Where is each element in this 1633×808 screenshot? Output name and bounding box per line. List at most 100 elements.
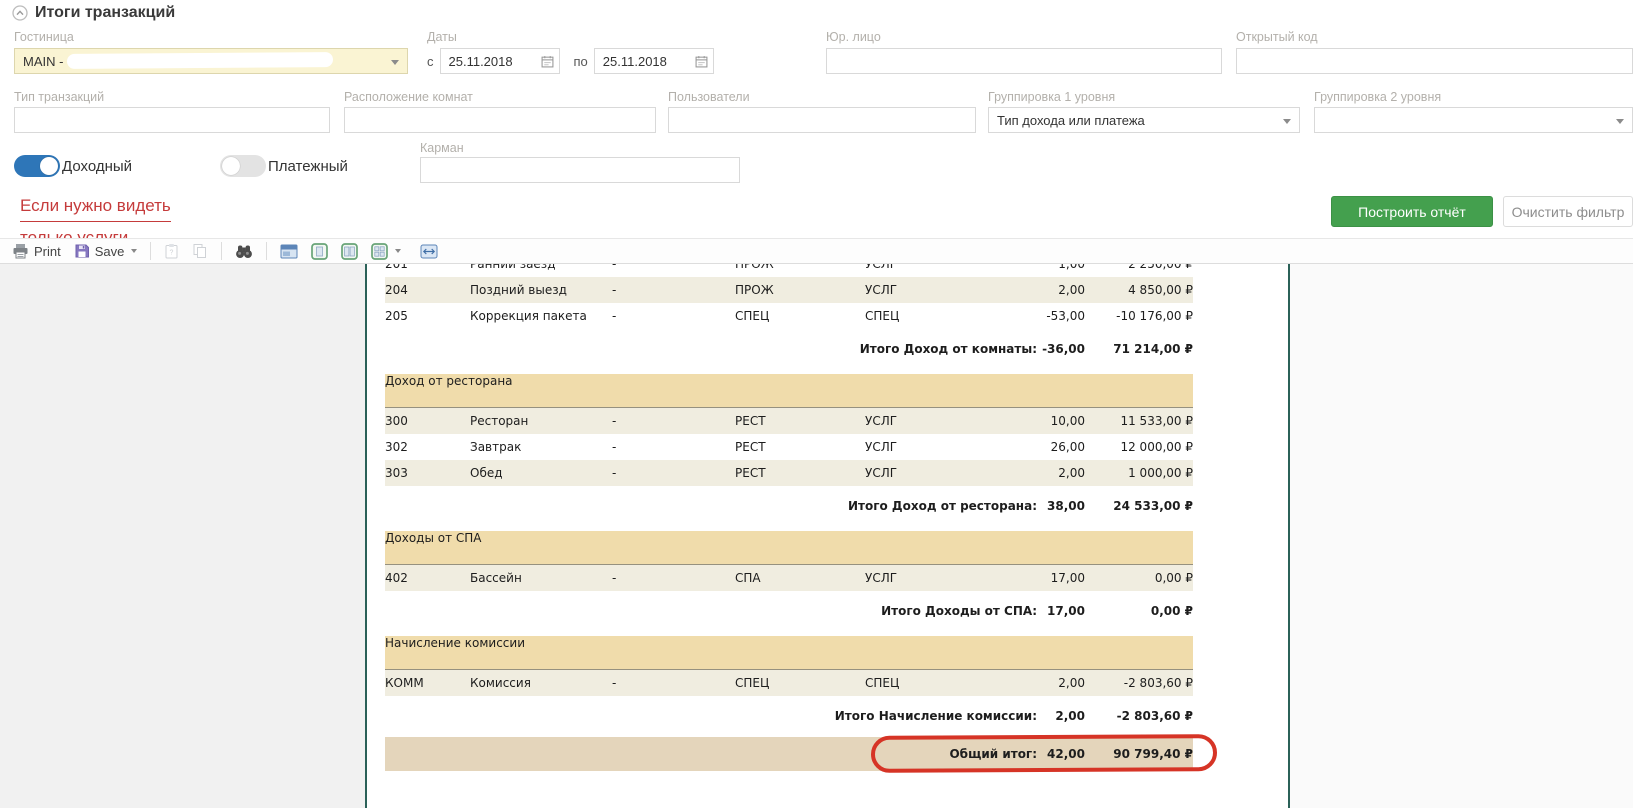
toolbar-separator <box>266 242 267 260</box>
grouping1-label: Группировка 1 уровня <box>988 90 1115 104</box>
total-label: Итого Доход от комнаты: <box>385 334 1037 362</box>
paste-button-disabled[interactable]: ? <box>160 241 183 261</box>
calendar-icon <box>695 55 708 68</box>
table-cell: 2,00 <box>975 670 1085 696</box>
table-cell: - <box>612 460 735 486</box>
date-to-input[interactable]: 25.11.2018 <box>594 48 714 74</box>
table-cell: 2,00 <box>975 277 1085 303</box>
hotel-select[interactable]: MAIN - <box>14 48 408 74</box>
table-cell: УСЛГ <box>865 565 975 591</box>
section-header-label: Доход от ресторана <box>385 374 1193 388</box>
legal-entity-label: Юр. лицо <box>826 30 881 44</box>
open-code-input[interactable] <box>1236 48 1633 74</box>
table-cell: 300 <box>385 408 470 434</box>
table-cell: - <box>612 303 735 329</box>
grouping1-select[interactable]: Тип дохода или платежа <box>988 107 1300 133</box>
table-cell: - <box>612 277 735 303</box>
save-button[interactable]: Save <box>70 241 142 261</box>
grouping2-label: Группировка 2 уровня <box>1314 90 1441 104</box>
screen-view-icon <box>280 244 298 259</box>
total-amount: 90 799,40 ₽ <box>1085 737 1193 771</box>
chevron-down-icon <box>391 60 399 65</box>
table-cell: РЕСТ <box>735 408 865 434</box>
fit-width-button[interactable] <box>416 242 442 261</box>
table-cell: 303 <box>385 460 470 486</box>
table-cell: РЕСТ <box>735 460 865 486</box>
app-window: Итоги транзакций Гостиница MAIN - Даты с… <box>0 0 1633 808</box>
table-row: 204Поздний выезд-ПРОЖУСЛГ2,004 850,00 ₽ <box>385 277 1193 303</box>
room-location-input[interactable] <box>344 107 656 133</box>
total-count: 38,00 <box>1037 491 1085 519</box>
transaction-type-input[interactable] <box>14 107 330 133</box>
table-cell: 2 250,00 ₽ <box>1085 264 1193 277</box>
table-cell: Бассейн <box>470 565 612 591</box>
table-cell: УСЛГ <box>865 264 975 277</box>
fit-width-icon <box>420 244 438 259</box>
table-cell: Комиссия <box>470 670 612 696</box>
two-page-icon <box>341 243 358 260</box>
table-cell: 201 <box>385 264 470 277</box>
build-report-button[interactable]: Построить отчёт <box>1331 196 1493 227</box>
total-label: Общий итог: <box>385 737 1037 771</box>
payment-toggle[interactable] <box>220 155 266 177</box>
toggle-knob <box>40 157 58 175</box>
print-icon <box>12 243 29 259</box>
date-range: с 25.11.2018 по 25.11.2018 <box>427 48 714 74</box>
table-row: 302Завтрак-РЕСТУСЛГ26,0012 000,00 ₽ <box>385 434 1193 460</box>
single-page-view-button[interactable] <box>307 241 332 262</box>
table-cell: 205 <box>385 303 470 329</box>
section-header: Доход от ресторана <box>385 374 1193 408</box>
date-from-input[interactable]: 25.11.2018 <box>440 48 560 74</box>
table-cell: Ресторан <box>470 408 612 434</box>
clipboard-icon: ? <box>164 243 179 259</box>
table-row: 303Обед-РЕСТУСЛГ2,001 000,00 ₽ <box>385 460 1193 486</box>
viewer-margin-left <box>0 264 365 808</box>
report-viewer: 201Ранний заезд-ПРОЖУСЛГ1,002 250,00 ₽20… <box>0 264 1633 808</box>
table-cell: 402 <box>385 565 470 591</box>
clear-filter-button[interactable]: Очистить фильтр <box>1503 196 1633 227</box>
pocket-input[interactable] <box>420 157 740 183</box>
single-page-icon <box>311 243 328 260</box>
table-cell: 0,00 ₽ <box>1085 565 1193 591</box>
table-cell: -53,00 <box>975 303 1085 329</box>
table-cell: -2 803,60 ₽ <box>1085 670 1193 696</box>
grouping2-select[interactable] <box>1314 107 1633 133</box>
page-title: Итоги транзакций <box>35 4 175 22</box>
table-cell: - <box>612 670 735 696</box>
find-button[interactable] <box>231 242 257 261</box>
copy-icon <box>192 243 208 259</box>
table-spacer <box>385 362 1193 374</box>
total-label: Итого Доход от ресторана: <box>385 491 1037 519</box>
collapse-panel-icon[interactable] <box>12 5 28 21</box>
grand-total-row: Общий итог:42,0090 799,40 ₽ <box>385 737 1193 771</box>
report-table: 201Ранний заезд-ПРОЖУСЛГ1,002 250,00 ₽20… <box>385 264 1193 771</box>
binoculars-icon <box>235 244 253 259</box>
screen-view-button[interactable] <box>276 242 302 261</box>
table-cell: 10,00 <box>975 408 1085 434</box>
users-input[interactable] <box>668 107 976 133</box>
report-header: Итоги транзакций <box>12 4 175 22</box>
table-cell: 17,00 <box>975 565 1085 591</box>
table-cell: Ранний заезд <box>470 264 612 277</box>
copy-button-disabled[interactable] <box>188 241 212 261</box>
report-page: 201Ранний заезд-ПРОЖУСЛГ1,002 250,00 ₽20… <box>365 264 1290 808</box>
calendar-icon <box>541 55 554 68</box>
print-button[interactable]: Print <box>8 241 65 261</box>
chevron-down-icon <box>1283 119 1291 124</box>
redaction-blob <box>67 52 333 69</box>
table-cell: ПРОЖ <box>735 277 865 303</box>
income-toggle[interactable] <box>14 155 60 177</box>
total-amount: 24 533,00 ₽ <box>1085 491 1193 519</box>
table-cell: -10 176,00 ₽ <box>1085 303 1193 329</box>
table-row: 205Коррекция пакета-СПЕЦСПЕЦ-53,00-10 17… <box>385 303 1193 329</box>
multi-page-view-button[interactable] <box>367 241 405 262</box>
total-amount: 71 214,00 ₽ <box>1085 334 1193 362</box>
table-cell: Обед <box>470 460 612 486</box>
total-count: 42,00 <box>1037 737 1085 771</box>
section-header-label: Начисление комиссии <box>385 636 1193 650</box>
annotation-line1: Если нужно видеть <box>20 190 171 222</box>
svg-text:?: ? <box>170 250 174 257</box>
table-cell: - <box>612 434 735 460</box>
legal-entity-input[interactable] <box>826 48 1222 74</box>
two-page-view-button[interactable] <box>337 241 362 262</box>
